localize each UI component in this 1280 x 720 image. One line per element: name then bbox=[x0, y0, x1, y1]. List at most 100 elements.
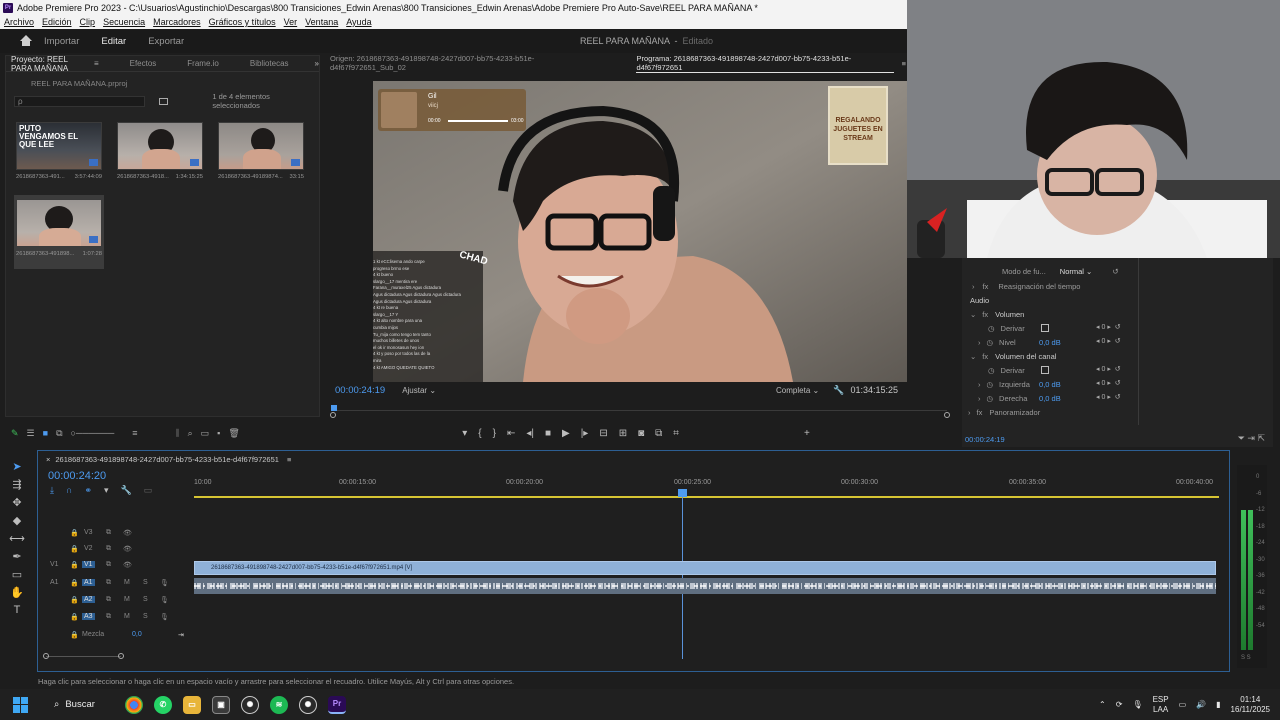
tab-effects[interactable]: Efectos bbox=[130, 59, 157, 68]
tab-project[interactable]: Proyecto: REEL PARA MAÑANA bbox=[11, 55, 86, 73]
keyframe-nav[interactable]: ◂ 0 ▸ ↺ bbox=[1096, 323, 1121, 331]
mark-in-icon[interactable]: { bbox=[478, 428, 481, 439]
snap-icon[interactable]: ∩ bbox=[66, 485, 72, 496]
eye-icon[interactable]: 👁 bbox=[123, 529, 132, 537]
mic-icon[interactable]: 🎙 bbox=[160, 613, 169, 621]
scroll-handle-right[interactable] bbox=[944, 412, 950, 418]
project-search-input[interactable]: ρ bbox=[14, 95, 146, 107]
blend-mode-dropdown[interactable]: Normal ⌄ bbox=[1060, 267, 1093, 276]
meter-solo-buttons[interactable]: S S bbox=[1241, 655, 1251, 661]
mic-icon[interactable]: 🎙 bbox=[160, 579, 169, 587]
razor-tool-icon[interactable]: ◆ bbox=[6, 514, 28, 532]
new-item-icon[interactable]: ▪ bbox=[217, 428, 220, 438]
captions-icon[interactable]: ▭ bbox=[144, 485, 153, 496]
filter-icon[interactable]: ⏷ ⇥ ⇱ bbox=[1238, 433, 1265, 444]
expand-icon[interactable]: › bbox=[978, 338, 981, 347]
go-to-in-icon[interactable]: ⇤ bbox=[507, 428, 515, 439]
freeform-view-icon[interactable]: ⧉ bbox=[56, 428, 62, 439]
find-icon[interactable]: ⌕ bbox=[188, 428, 193, 439]
export-frame-icon[interactable]: ◙ bbox=[638, 428, 644, 439]
timeline-menu-icon[interactable]: ≡ bbox=[287, 455, 291, 464]
lock-icon[interactable]: 🔒 bbox=[70, 529, 79, 537]
mute-icon[interactable]: M bbox=[124, 579, 130, 586]
new-bin-button-icon[interactable]: ▭ bbox=[201, 428, 210, 439]
rectangle-tool-icon[interactable]: ▭ bbox=[6, 568, 28, 586]
mark-out-icon[interactable]: } bbox=[493, 428, 496, 439]
chatgpt-icon[interactable]: ✺ bbox=[241, 695, 259, 714]
expand-icon[interactable]: › bbox=[968, 408, 971, 417]
lock-icon[interactable]: 🔒 bbox=[70, 579, 79, 587]
timeline-zoom-bar[interactable] bbox=[43, 653, 124, 659]
program-scrub-bar[interactable] bbox=[330, 405, 950, 418]
pencil-icon[interactable]: ✎ bbox=[11, 428, 19, 439]
solo-icon[interactable]: S bbox=[143, 579, 148, 586]
menu-marcadores[interactable]: Marcadores bbox=[153, 17, 201, 27]
program-current-time[interactable]: 00:00:24:19 bbox=[335, 385, 385, 396]
track-label[interactable]: A2 bbox=[82, 596, 95, 603]
lock-icon[interactable]: 🔒 bbox=[70, 596, 79, 604]
scroll-handle-left[interactable] bbox=[330, 412, 336, 418]
sync-lock-icon[interactable]: ⧉ bbox=[106, 545, 111, 553]
keyframe-nav[interactable]: ◂ 0 ▸ ↺ bbox=[1096, 337, 1121, 345]
keyframe-nav[interactable]: ◂ 0 ▸ ↺ bbox=[1096, 379, 1121, 387]
volume-icon[interactable]: 🔊 bbox=[1196, 700, 1206, 709]
effect-controls-time[interactable]: 00:00:24:19 bbox=[965, 435, 1005, 444]
stopwatch-icon[interactable]: ◷ bbox=[987, 394, 994, 403]
bypass-checkbox[interactable] bbox=[1040, 324, 1049, 332]
track-label[interactable]: A1 bbox=[82, 579, 95, 586]
timeline-timecode[interactable]: 00:00:24:20 bbox=[48, 470, 106, 482]
menu-ver[interactable]: Ver bbox=[284, 17, 298, 27]
fit-dropdown[interactable]: Ajustar ⌄ bbox=[402, 386, 436, 395]
step-back-icon[interactable]: ◂| bbox=[526, 428, 534, 439]
collapse-icon[interactable]: ⌄ bbox=[970, 352, 976, 361]
sort-icon[interactable]: ≡ bbox=[132, 428, 137, 438]
stop-icon[interactable]: ■ bbox=[545, 428, 551, 439]
volume-row[interactable]: ⌄ fx Volumen bbox=[970, 308, 1140, 320]
level-value[interactable]: 0,0 dB bbox=[1039, 338, 1061, 347]
insert-sequence-icon[interactable]: ⤓ bbox=[50, 485, 54, 496]
tray-chevron-icon[interactable]: ⌃ bbox=[1099, 700, 1106, 709]
trash-icon[interactable]: 🗑 bbox=[228, 428, 239, 439]
linked-selection-icon[interactable]: ⚭ bbox=[84, 485, 92, 496]
hand-tool-icon[interactable]: ✋ bbox=[6, 586, 28, 604]
playhead-handle[interactable] bbox=[678, 489, 687, 497]
mic-icon[interactable]: 🎙 bbox=[160, 596, 169, 604]
timeline-playhead[interactable] bbox=[678, 489, 687, 659]
program-playhead[interactable] bbox=[331, 405, 337, 411]
lift-icon[interactable]: ⊟ bbox=[599, 428, 607, 439]
lock-icon[interactable]: 🔒 bbox=[70, 545, 79, 553]
capture-app-icon[interactable]: ▣ bbox=[212, 695, 230, 714]
more-panels-icon[interactable]: » bbox=[315, 59, 319, 68]
clock[interactable]: 01:14 16/11/2025 bbox=[1231, 695, 1270, 715]
play-icon[interactable]: ▶ bbox=[562, 428, 570, 439]
audio-clip[interactable] bbox=[194, 578, 1216, 594]
monitor-menu-icon[interactable]: ≡ bbox=[902, 59, 906, 68]
ripple-edit-tool-icon[interactable]: ✥ bbox=[6, 496, 28, 514]
whatsapp-icon[interactable]: ✆ bbox=[154, 695, 172, 714]
stopwatch-icon[interactable]: ◷ bbox=[988, 366, 995, 375]
channel-volume-row[interactable]: ⌄ fx Volumen del canal bbox=[970, 350, 1140, 362]
menu-graficos[interactable]: Gráficos y títulos bbox=[209, 17, 276, 27]
home-icon[interactable] bbox=[20, 35, 32, 47]
collapse-icon[interactable]: ⌄ bbox=[970, 310, 976, 319]
expand-icon[interactable]: › bbox=[978, 394, 981, 403]
panel-menu-icon[interactable]: ≡ bbox=[94, 59, 99, 68]
lock-icon[interactable]: 🔒 bbox=[70, 631, 79, 639]
timeline-settings-icon[interactable]: 🔧 bbox=[121, 485, 132, 496]
sync-lock-icon[interactable]: ⧉ bbox=[106, 561, 111, 569]
taskbar-search[interactable]: ⌕ Buscar bbox=[54, 699, 114, 710]
slip-tool-icon[interactable]: ⟷ bbox=[6, 532, 28, 550]
menu-archivo[interactable]: Archivo bbox=[4, 17, 34, 27]
left-value[interactable]: 0,0 dB bbox=[1039, 380, 1061, 389]
close-icon[interactable]: × bbox=[46, 455, 50, 464]
bypass-checkbox[interactable] bbox=[1040, 366, 1049, 374]
sync-lock-icon[interactable]: ⧉ bbox=[106, 529, 111, 537]
zoom-slider-icon[interactable]: ○────── bbox=[71, 428, 115, 438]
tab-source[interactable]: Origen: 2618687363-491898748-2427d007-bb… bbox=[330, 54, 606, 72]
ai-app-icon[interactable]: ✺ bbox=[299, 695, 317, 714]
video-clip[interactable]: 2618687363-491898748-2427d007-bb75-4233-… bbox=[194, 561, 1216, 575]
timeline-tab[interactable]: × 2618687363-491898748-2427d007-bb75-423… bbox=[38, 451, 1229, 467]
network-icon[interactable]: ▭ bbox=[1179, 700, 1187, 709]
marker-icon[interactable]: ▾ bbox=[104, 485, 109, 496]
tab-exportar[interactable]: Exportar bbox=[148, 36, 184, 47]
